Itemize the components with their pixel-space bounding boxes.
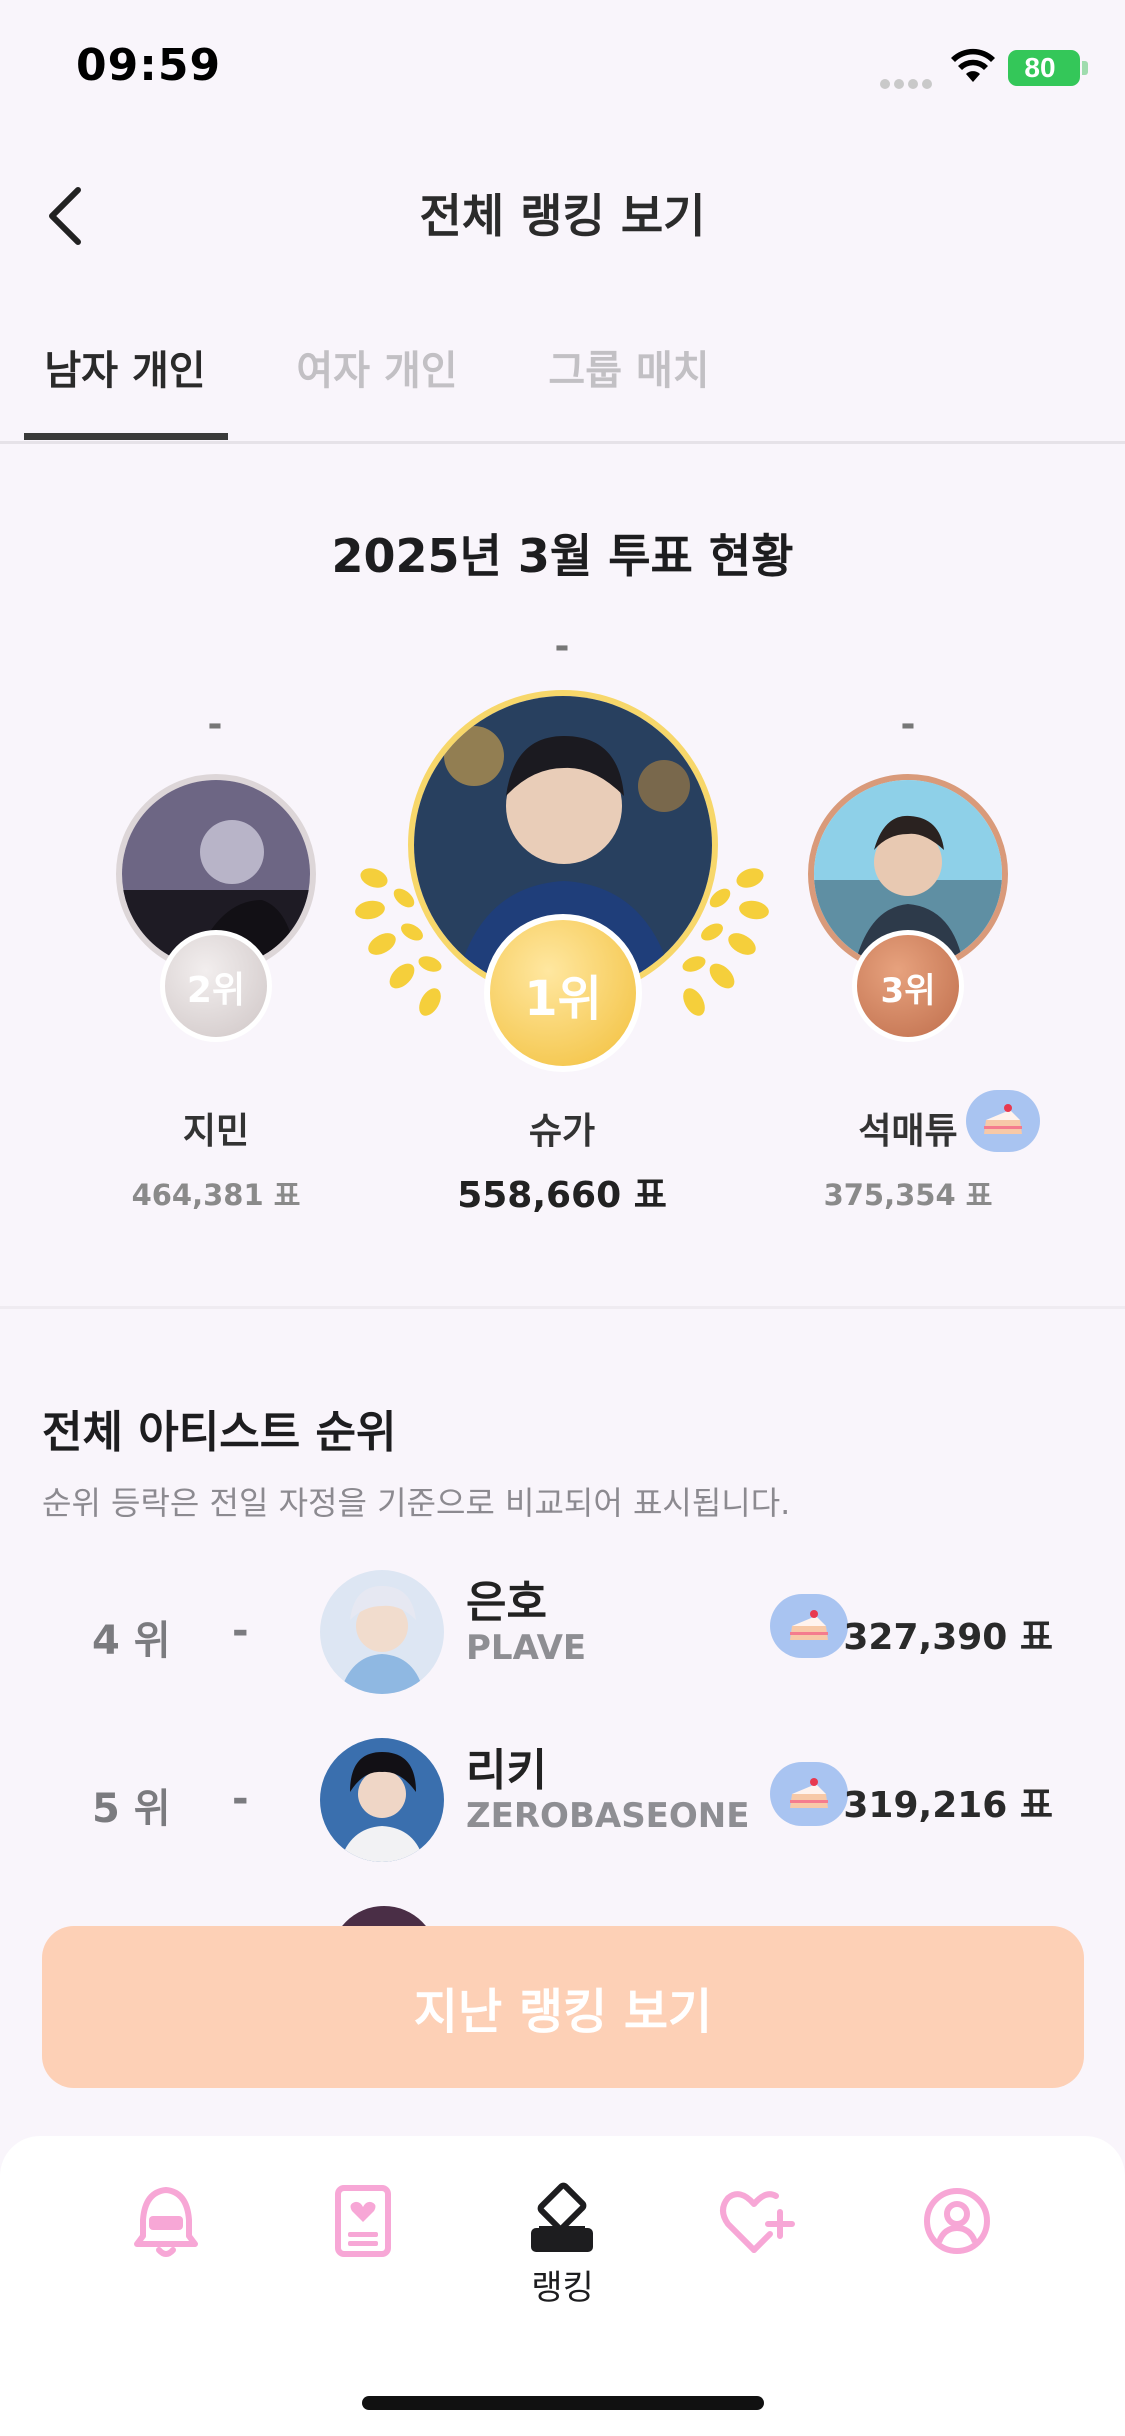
wifi-icon <box>951 48 995 82</box>
vote-status-title: 2025년 3월 투표 현황 <box>331 529 794 583</box>
ranking-row[interactable]: 5 위 - 리키 ZEROBASEONE 319,216 표 <box>0 1734 1125 1874</box>
row-rank-change: - <box>232 1776 249 1822</box>
ranking-row[interactable]: 4 위 - 은호 PLAVE 327,390 표 <box>0 1566 1125 1706</box>
ranking-section-description: 순위 등락은 전일 자정을 기준으로 비교되어 표시됩니다. <box>42 1484 791 1522</box>
category-tabs: 남자 개인 여자 개인 그룹 매치 <box>0 320 1125 444</box>
rank-change-2nd: - <box>207 704 223 745</box>
rank-change-1st: - <box>554 626 570 667</box>
rank-badge-2nd: 2위 <box>160 930 272 1042</box>
row-rank-change: - <box>232 1608 249 1654</box>
battery-icon: 80 <box>1008 50 1088 86</box>
section-divider <box>0 1306 1125 1309</box>
tab-ranking-label: 랭킹 <box>531 2268 594 2308</box>
vote-count-1st: 558,660 표 <box>457 1175 667 1216</box>
page-title: 전체 랭킹 보기 <box>419 189 706 243</box>
row-vote-count: 319,216 표 <box>843 1785 1053 1826</box>
status-time: 09:59 <box>76 40 222 91</box>
bottom-tab-bar: 랭킹 <box>0 2136 1125 2436</box>
tab-female-solo[interactable]: 여자 개인 <box>252 338 502 396</box>
row-group-name: PLAVE <box>466 1628 587 1668</box>
bell-icon[interactable] <box>121 2176 211 2266</box>
row-artist-name: 리키 <box>466 1745 547 1796</box>
battery-level: 80 <box>1024 52 1056 83</box>
row-group-name: ZEROBASEONE <box>466 1796 750 1836</box>
row-avatar <box>320 1738 444 1862</box>
cellular-signal-icon <box>880 74 936 93</box>
vote-box-icon[interactable] <box>517 2176 607 2266</box>
birthday-cake-icon <box>966 1090 1040 1152</box>
artist-name-2nd: 지민 <box>182 1111 250 1152</box>
profile-icon[interactable] <box>912 2176 1002 2266</box>
status-bar: 09:59 80 <box>0 0 1125 140</box>
row-rank: 4 위 <box>92 1618 171 1664</box>
row-vote-count: 327,390 표 <box>843 1617 1053 1658</box>
birthday-cake-icon <box>770 1762 848 1826</box>
view-past-rankings-button[interactable]: 지난 랭킹 보기 <box>42 1926 1084 2088</box>
active-tab-indicator <box>24 433 228 440</box>
heart-plus-icon[interactable] <box>714 2176 804 2266</box>
ranking-section-title: 전체 아티스트 순위 <box>42 1407 397 1458</box>
row-rank: 5 위 <box>92 1786 171 1832</box>
photocard-icon[interactable] <box>318 2176 408 2266</box>
rank-badge-1st: 1위 <box>484 914 642 1072</box>
birthday-cake-icon <box>770 1594 848 1658</box>
row-artist-name: 은호 <box>466 1577 547 1628</box>
rank-change-3rd: - <box>900 704 916 745</box>
rank-badge-3rd: 3위 <box>852 930 964 1042</box>
home-indicator <box>362 2396 764 2410</box>
tab-male-solo[interactable]: 남자 개인 <box>0 338 250 396</box>
artist-name-1st: 슈가 <box>528 1111 596 1152</box>
vote-count-2nd: 464,381 표 <box>131 1178 301 1212</box>
tab-group-match[interactable]: 그룹 매치 <box>504 338 754 396</box>
row-avatar <box>320 1570 444 1694</box>
vote-count-3rd: 375,354 표 <box>823 1178 993 1212</box>
